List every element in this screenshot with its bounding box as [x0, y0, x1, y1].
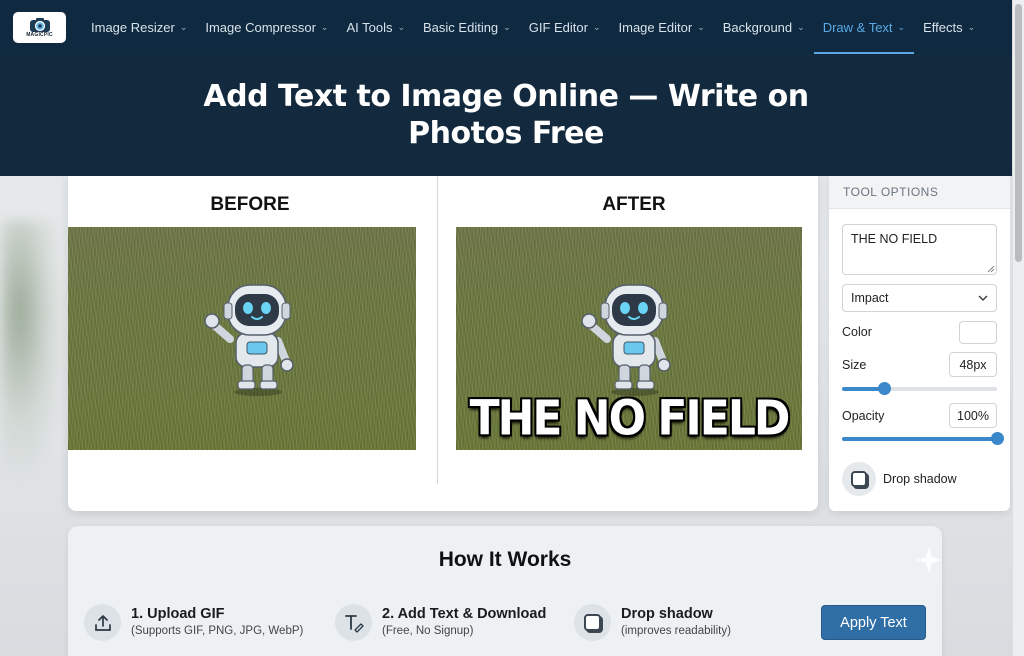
- nav-item-gif-editor[interactable]: GIF Editor ⌄: [520, 0, 610, 54]
- step-drop-shadow: Drop shadow (improves readability): [574, 604, 731, 641]
- opacity-slider[interactable]: [842, 432, 1004, 445]
- camera-logo-icon: [29, 18, 50, 32]
- nav-label: Background: [722, 19, 793, 35]
- logo-text: MAGICPIC: [26, 32, 53, 38]
- nav-label: Image Resizer: [91, 19, 175, 35]
- how-it-works-section: How It Works 1. Upload GIF (Supports GIF…: [68, 526, 942, 656]
- nav-menu: Image Resizer ⌄ Image Compressor ⌄ AI Tool…: [82, 0, 984, 54]
- opacity-slider-fill: [842, 437, 997, 441]
- tool-options-header: TOOL OPTIONS: [829, 176, 1010, 209]
- chevron-down-icon: ⌄: [320, 21, 329, 32]
- size-value-input[interactable]: 48px: [949, 352, 997, 377]
- before-after-card: BEFORE AFTER THE NO FIELD: [68, 176, 818, 511]
- opacity-label: Opacity: [842, 409, 885, 423]
- step-add-text: 2. Add Text & Download (Free, No Signup): [335, 604, 546, 641]
- opacity-value-input[interactable]: 100%: [949, 403, 997, 428]
- color-label: Color: [842, 325, 872, 339]
- after-image: THE NO FIELD: [456, 227, 802, 450]
- nav-item-ai-tools[interactable]: AI Tools ⌄: [337, 0, 414, 54]
- nav-label: Image Compressor: [205, 19, 316, 35]
- scrollbar-thumb[interactable]: [1015, 4, 1022, 262]
- drop-shadow-label: Drop shadow: [883, 472, 957, 486]
- overlay-text-input[interactable]: THE NO FIELD: [842, 224, 997, 275]
- after-label: AFTER: [602, 194, 666, 215]
- chevron-down-icon: ⌄: [697, 21, 705, 32]
- hero-banner: Add Text to Image Online — Write on Phot…: [0, 54, 1012, 176]
- apply-text-button[interactable]: Apply Text: [821, 605, 926, 640]
- nav-item-image-resizer[interactable]: Image Resizer ⌄: [82, 0, 196, 54]
- nav-label: Image Editor: [618, 19, 693, 35]
- how-it-works-title: How It Works: [438, 548, 572, 571]
- page-title: Add Text to Image Online — Write on Phot…: [203, 79, 809, 151]
- drop-shadow-icon: [574, 604, 611, 641]
- nav-label: Basic Editing: [423, 19, 499, 35]
- top-nav: MAGICPIC Image Resizer ⌄ Image Compressor…: [0, 0, 1012, 54]
- text-tool-icon: [335, 604, 372, 641]
- chevron-down-icon: ⌄: [797, 21, 805, 32]
- nav-label: Draw & Text: [822, 19, 893, 35]
- sparkle-icon: [916, 547, 942, 573]
- color-picker[interactable]: [959, 321, 997, 344]
- size-label: Size: [842, 358, 867, 372]
- overlay-text-preview: THE NO FIELD: [469, 390, 791, 447]
- tool-options-panel: TOOL OPTIONS THE NO FIELD Impact Color S…: [829, 176, 1010, 511]
- upload-icon: [84, 604, 121, 641]
- chevron-down-icon: [978, 295, 988, 301]
- nav-label: AI Tools: [346, 19, 393, 35]
- chevron-down-icon: ⌄: [397, 21, 406, 32]
- step-subtitle: (improves readability): [621, 625, 731, 637]
- chevron-down-icon: ⌄: [179, 21, 188, 32]
- step-subtitle: (Supports GIF, PNG, JPG, WebP): [131, 625, 304, 637]
- nav-item-image-compressor[interactable]: Image Compressor ⌄: [196, 0, 337, 54]
- font-select[interactable]: Impact: [842, 284, 997, 312]
- background-plant-decoration: [0, 220, 66, 480]
- chevron-down-icon: ⌄: [503, 21, 511, 32]
- step-upload: 1. Upload GIF (Supports GIF, PNG, JPG, W…: [84, 604, 303, 641]
- resize-grip-icon[interactable]: [987, 265, 995, 273]
- before-image: [68, 227, 416, 450]
- drop-shadow-toggle[interactable]: Drop shadow: [842, 462, 957, 496]
- site-logo[interactable]: MAGICPIC: [13, 12, 66, 43]
- nav-label: GIF Editor: [528, 19, 588, 35]
- size-slider[interactable]: [842, 382, 997, 395]
- font-select-value: Impact: [851, 291, 889, 305]
- step-title: Drop shadow: [621, 606, 713, 622]
- nav-item-basic-editing[interactable]: Basic Editing ⌄: [414, 0, 520, 54]
- drop-shadow-icon[interactable]: [842, 462, 876, 496]
- robot-illustration: [204, 284, 294, 396]
- chevron-down-icon: ⌄: [897, 21, 906, 32]
- panel-divider: [437, 176, 438, 484]
- nav-item-effects[interactable]: Effects ⌄: [914, 0, 984, 54]
- page-scrollbar[interactable]: [1012, 0, 1024, 656]
- step-title: 1. Upload GIF: [131, 606, 225, 622]
- nav-item-background[interactable]: Background ⌄: [714, 0, 814, 54]
- chevron-down-icon: ⌄: [592, 21, 601, 32]
- robot-illustration: [581, 284, 671, 396]
- nav-label: Effects: [923, 19, 963, 35]
- chevron-down-icon: ⌄: [967, 21, 976, 32]
- step-title: 2. Add Text & Download: [382, 606, 547, 622]
- opacity-slider-thumb[interactable]: [991, 432, 1004, 445]
- before-label: BEFORE: [210, 194, 290, 215]
- nav-item-draw-text[interactable]: Draw & Text ⌄: [813, 0, 915, 54]
- nav-item-image-editor[interactable]: Image Editor ⌄: [610, 0, 714, 54]
- step-subtitle: (Free, No Signup): [382, 625, 474, 637]
- size-slider-thumb[interactable]: [877, 382, 891, 395]
